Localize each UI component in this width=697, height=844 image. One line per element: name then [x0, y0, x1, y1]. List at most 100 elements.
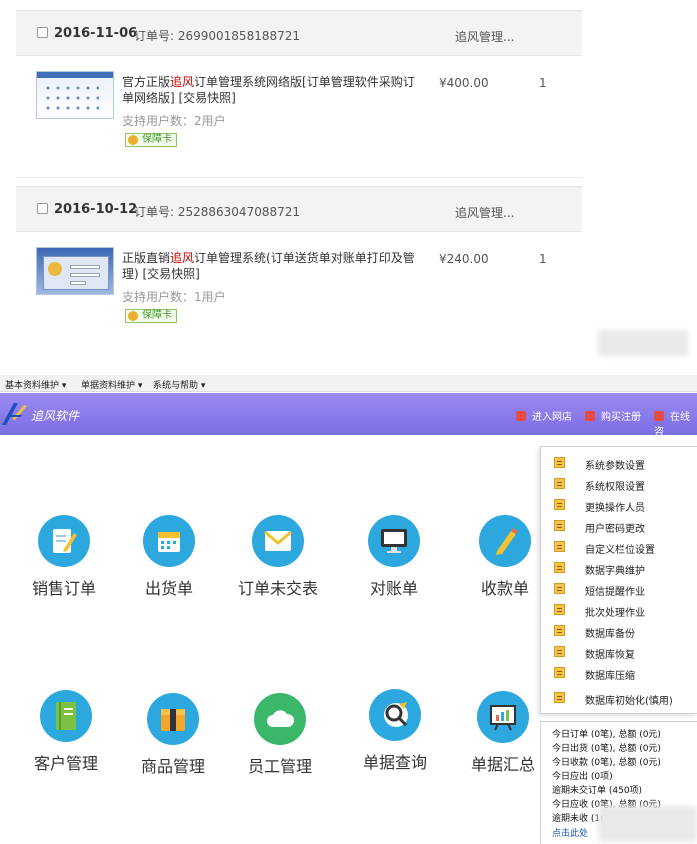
reminder-today-receipts: 今日收款 (0笔), 总额 (0元): [552, 758, 661, 768]
shop-name-link[interactable]: 追风管理...: [455, 204, 514, 221]
note-icon: [554, 604, 565, 615]
note-icon: [554, 562, 565, 573]
tile-label: 出货单: [144, 579, 193, 598]
coin-icon: [128, 311, 138, 321]
reminder-today-orders: 今日订单 (0笔), 总额 (0元): [552, 730, 661, 740]
menu-item-system-params[interactable]: 系统参数设置: [541, 452, 697, 473]
note-icon: [554, 583, 565, 594]
enter-store-button[interactable]: 进入网店: [516, 408, 572, 423]
product-quantity: 1: [539, 76, 547, 90]
brand-logo-icon: [2, 403, 27, 425]
pen-icon: [496, 528, 518, 555]
product-title-link[interactable]: 官方正版追风订单管理系统网络版[订单管理软件采购订单网络版] [交易快照]: [122, 74, 418, 106]
order-list: 2016-11-06 订单号: 2699001858188721 追风管理...…: [16, 10, 582, 354]
note-icon: [554, 667, 565, 678]
order-select-checkbox[interactable]: [37, 27, 48, 38]
menu-item-db-backup[interactable]: 数据库备份: [541, 620, 697, 641]
pencil-note-icon: [53, 529, 77, 553]
app-menubar: 基本资料维护 ▾ 单据资料维护 ▾ 系统与帮助 ▾: [0, 375, 697, 392]
screenshot-root: 2016-11-06 订单号: 2699001858188721 追风管理...…: [0, 0, 697, 844]
order-card: 2016-10-12 订单号: 2528863047088721 追风管理...…: [16, 186, 582, 354]
order-number: 订单号: 2528863047088721: [134, 205, 301, 219]
reminder-overdue-orders: 逾期未交订单 (450项): [552, 786, 643, 796]
blurred-watermark: [598, 806, 697, 842]
menu-item-batch-processing[interactable]: 批次处理作业: [541, 599, 697, 620]
tile-label: 销售订单: [31, 579, 96, 598]
coin-icon: [128, 135, 138, 145]
product-thumbnail[interactable]: [36, 71, 114, 119]
chart-board-icon: [490, 705, 516, 731]
note-icon: [554, 625, 565, 636]
app-header: 追风软件 进入网店 购买注册 在线咨: [0, 393, 697, 438]
order-number: 订单号: 2699001858188721: [134, 29, 301, 43]
reminder-today-shipments: 今日出货 (0笔), 总额 (0元): [552, 744, 661, 754]
note-icon: [554, 499, 565, 510]
note-icon: [554, 692, 565, 703]
menu-basic-data[interactable]: 基本资料维护 ▾: [5, 378, 66, 391]
calendar-icon: [158, 532, 180, 552]
tile-document-summary[interactable]: 单据汇总: [453, 691, 553, 774]
menu-item-change-password[interactable]: 用户密码更改: [541, 515, 697, 536]
tile-undelivered-orders[interactable]: 订单未交表: [228, 515, 328, 598]
brand-name: 追风软件: [31, 409, 80, 423]
order-card: 2016-11-06 订单号: 2699001858188721 追风管理...…: [16, 10, 582, 178]
tile-product-management[interactable]: 商品管理: [123, 693, 223, 776]
note-icon: [554, 646, 565, 657]
tile-label: 对账单: [369, 579, 418, 598]
tile-statement[interactable]: 对账单: [344, 515, 444, 598]
note-icon: [554, 457, 565, 468]
order-header: 2016-11-06 订单号: 2699001858188721 追风管理...: [16, 10, 582, 56]
cloud-icon: [267, 710, 295, 727]
tile-customer-management[interactable]: 客户管理: [16, 690, 116, 773]
note-icon: [554, 478, 565, 489]
order-item: 正版直销追风订单管理系统(订单送货单对账单打印及管理) [交易快照] 支持用户数…: [16, 232, 582, 354]
system-settings-menu: 系统参数设置 系统权限设置 更换操作人员 用户密码更改 自定义栏位设置 数据字典…: [540, 446, 697, 714]
cart-icon: [585, 411, 595, 421]
envelope-icon: [264, 530, 292, 551]
blurred-watermark: [598, 330, 688, 356]
menu-item-switch-operator[interactable]: 更换操作人员: [541, 494, 697, 515]
tile-label: 商品管理: [140, 757, 205, 776]
store-icon: [516, 411, 526, 421]
product-thumbnail[interactable]: [36, 247, 114, 295]
online-consult-button[interactable]: 在线咨: [654, 408, 697, 438]
menu-item-permissions[interactable]: 系统权限设置: [541, 473, 697, 494]
menu-system-help[interactable]: 系统与帮助 ▾: [153, 378, 205, 391]
menu-item-custom-fields[interactable]: 自定义栏位设置: [541, 536, 697, 557]
order-date: 2016-10-12: [54, 202, 138, 217]
menu-item-sms-reminder[interactable]: 短信提醒作业: [541, 578, 697, 599]
book-icon: [56, 702, 76, 730]
chat-icon: [654, 411, 664, 421]
supported-users: 支持用户数：1用户: [122, 290, 226, 304]
guarantee-badge[interactable]: 保障卡: [125, 133, 177, 147]
note-icon: [554, 520, 565, 531]
menu-item-db-initialize[interactable]: 数据库初始化(慎用): [541, 687, 697, 708]
guarantee-badge[interactable]: 保障卡: [125, 309, 177, 323]
product-quantity: 1: [539, 252, 547, 266]
order-header: 2016-10-12 订单号: 2528863047088721 追风管理...: [16, 186, 582, 232]
shop-name-link[interactable]: 追风管理...: [455, 28, 514, 45]
reminder-today-due-out: 今日应出 (0项): [552, 772, 613, 782]
order-date: 2016-11-06: [54, 26, 138, 41]
menu-item-db-compress[interactable]: 数据库压缩: [541, 662, 697, 683]
tile-sales-order[interactable]: 销售订单: [14, 515, 114, 598]
purchase-register-button[interactable]: 购买注册: [585, 408, 641, 423]
reminder-click-here-link[interactable]: 点击此处: [552, 826, 588, 839]
supported-users: 支持用户数：2用户: [122, 114, 226, 128]
menu-document-data[interactable]: 单据资料维护 ▾: [81, 378, 142, 391]
tile-document-query[interactable]: 单据查询: [345, 689, 445, 772]
monitor-icon: [381, 529, 407, 553]
tile-label: 客户管理: [33, 754, 98, 773]
tile-label: 员工管理: [247, 757, 312, 776]
order-item: 官方正版追风订单管理系统网络版[订单管理软件采购订单网络版] [交易快照] 支持…: [16, 56, 582, 178]
note-icon: [554, 541, 565, 552]
order-select-checkbox[interactable]: [37, 203, 48, 214]
tile-label: 单据汇总: [470, 755, 535, 774]
tile-employee-management[interactable]: 员工管理: [230, 693, 330, 776]
menu-item-data-dictionary[interactable]: 数据字典维护: [541, 557, 697, 578]
tile-label: 单据查询: [362, 753, 427, 772]
product-title-link[interactable]: 正版直销追风订单管理系统(订单送货单对账单打印及管理) [交易快照]: [122, 250, 418, 282]
tile-label: 订单未交表: [237, 579, 318, 598]
tile-delivery-note[interactable]: 出货单: [119, 515, 219, 598]
menu-item-db-restore[interactable]: 数据库恢复: [541, 641, 697, 662]
